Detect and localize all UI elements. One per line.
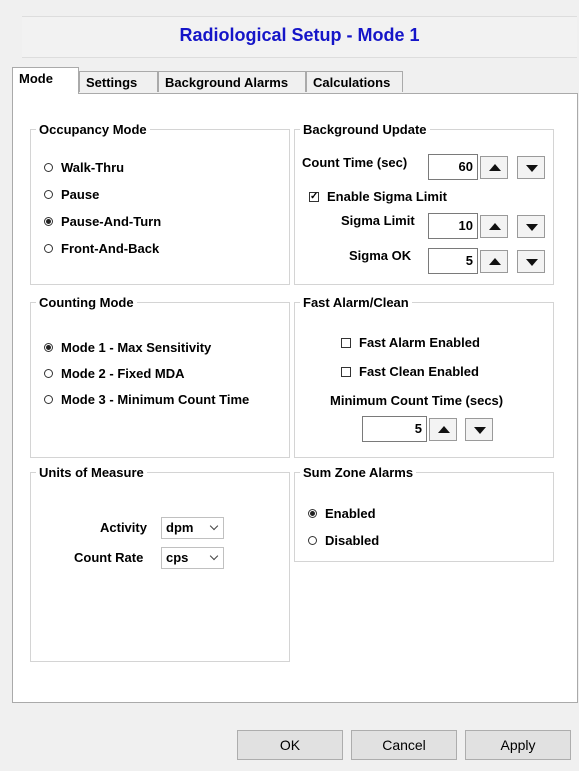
arrow-down-icon	[474, 427, 486, 434]
radio-mode-2[interactable]: Mode 2 - Fixed MDA	[44, 366, 185, 381]
group-title: Fast Alarm/Clean	[303, 295, 409, 310]
counting-mode-group: Counting Mode Mode 1 - Max Sensitivity M…	[30, 295, 290, 458]
tab-settings[interactable]: Settings	[79, 71, 158, 92]
min-count-time-input[interactable]: 5	[362, 416, 427, 442]
cancel-button[interactable]: Cancel	[351, 730, 457, 760]
ok-button[interactable]: OK	[237, 730, 343, 760]
radio-selected-icon	[44, 217, 53, 226]
count-time-input[interactable]: 60	[428, 154, 478, 180]
radio-circle-icon	[44, 395, 53, 404]
arrow-up-icon	[489, 223, 501, 230]
tab-panel-mode: Occupancy Mode Walk-Thru Pause Pause-And…	[12, 93, 578, 703]
activity-label: Activity	[100, 520, 147, 535]
background-update-group: Background Update Count Time (sec) 60 ✓ E…	[294, 122, 554, 285]
checkbox-icon	[341, 337, 351, 348]
enable-sigma-checkbox[interactable]: ✓ Enable Sigma Limit	[309, 189, 447, 204]
radio-selected-icon	[44, 343, 53, 352]
sigma-ok-label: Sigma OK	[349, 248, 412, 263]
checkmark-icon: ✓	[309, 190, 319, 202]
units-of-measure-group: Units of Measure Activity dpm Count Rate…	[30, 465, 290, 662]
tab-mode[interactable]: Mode	[12, 67, 79, 94]
radio-circle-icon	[44, 190, 53, 199]
group-title: Background Update	[303, 122, 427, 137]
count-rate-select[interactable]: cps	[161, 547, 224, 569]
window-title: Radiological Setup - Mode 1	[179, 25, 420, 45]
fast-alarm-clean-group: Fast Alarm/Clean Fast Alarm Enabled Fast…	[294, 295, 554, 458]
min-count-time-label: Minimum Count Time (secs)	[330, 393, 504, 408]
sigma-ok-down-button[interactable]	[517, 250, 545, 273]
title-bar: Radiological Setup - Mode 1	[22, 16, 577, 58]
group-title: Counting Mode	[39, 295, 134, 310]
arrow-down-icon	[526, 259, 538, 266]
fast-clean-checkbox[interactable]: Fast Clean Enabled	[341, 364, 479, 379]
arrow-up-icon	[438, 426, 450, 433]
radio-walk-thru[interactable]: Walk-Thru	[44, 160, 124, 175]
radio-mode-1[interactable]: Mode 1 - Max Sensitivity	[44, 340, 211, 355]
tab-background-alarms[interactable]: Background Alarms	[158, 71, 306, 92]
tab-calculations[interactable]: Calculations	[306, 71, 403, 92]
radio-circle-icon	[44, 369, 53, 378]
count-rate-label: Count Rate	[74, 550, 144, 565]
group-title: Units of Measure	[39, 465, 144, 480]
sigma-limit-label: Sigma Limit	[341, 213, 415, 228]
sigma-limit-down-button[interactable]	[517, 215, 545, 238]
count-time-down-button[interactable]	[517, 156, 545, 179]
sigma-ok-input[interactable]: 5	[428, 248, 478, 274]
sigma-limit-up-button[interactable]	[480, 215, 508, 238]
min-count-time-down-button[interactable]	[465, 418, 493, 441]
checkbox-icon	[341, 366, 351, 377]
sigma-ok-up-button[interactable]	[480, 250, 508, 273]
radio-selected-icon	[308, 509, 317, 518]
sum-zone-alarms-group: Sum Zone Alarms Enabled Disabled	[294, 465, 554, 562]
radio-circle-icon	[44, 163, 53, 172]
arrow-up-icon	[489, 258, 501, 265]
radio-front-and-back[interactable]: Front-And-Back	[44, 241, 159, 256]
apply-button[interactable]: Apply	[465, 730, 571, 760]
radio-circle-icon	[308, 536, 317, 545]
fast-alarm-checkbox[interactable]: Fast Alarm Enabled	[341, 335, 480, 350]
radio-sum-zone-disabled[interactable]: Disabled	[308, 533, 379, 548]
radio-sum-zone-enabled[interactable]: Enabled	[308, 506, 376, 521]
count-time-up-button[interactable]	[480, 156, 508, 179]
arrow-down-icon	[526, 224, 538, 231]
sigma-limit-input[interactable]: 10	[428, 213, 478, 239]
chevron-down-icon	[209, 521, 219, 531]
occupancy-mode-group: Occupancy Mode Walk-Thru Pause Pause-And…	[30, 122, 290, 285]
radio-pause-and-turn[interactable]: Pause-And-Turn	[44, 214, 161, 229]
radio-mode-3[interactable]: Mode 3 - Minimum Count Time	[44, 392, 249, 407]
count-time-label: Count Time (sec)	[302, 155, 408, 170]
group-title: Sum Zone Alarms	[303, 465, 414, 480]
activity-select[interactable]: dpm	[161, 517, 224, 539]
radio-circle-icon	[44, 244, 53, 253]
min-count-time-up-button[interactable]	[429, 418, 457, 441]
radio-pause[interactable]: Pause	[44, 187, 99, 202]
group-title: Occupancy Mode	[39, 122, 147, 137]
chevron-down-icon	[209, 551, 219, 561]
arrow-down-icon	[526, 165, 538, 172]
arrow-up-icon	[489, 164, 501, 171]
